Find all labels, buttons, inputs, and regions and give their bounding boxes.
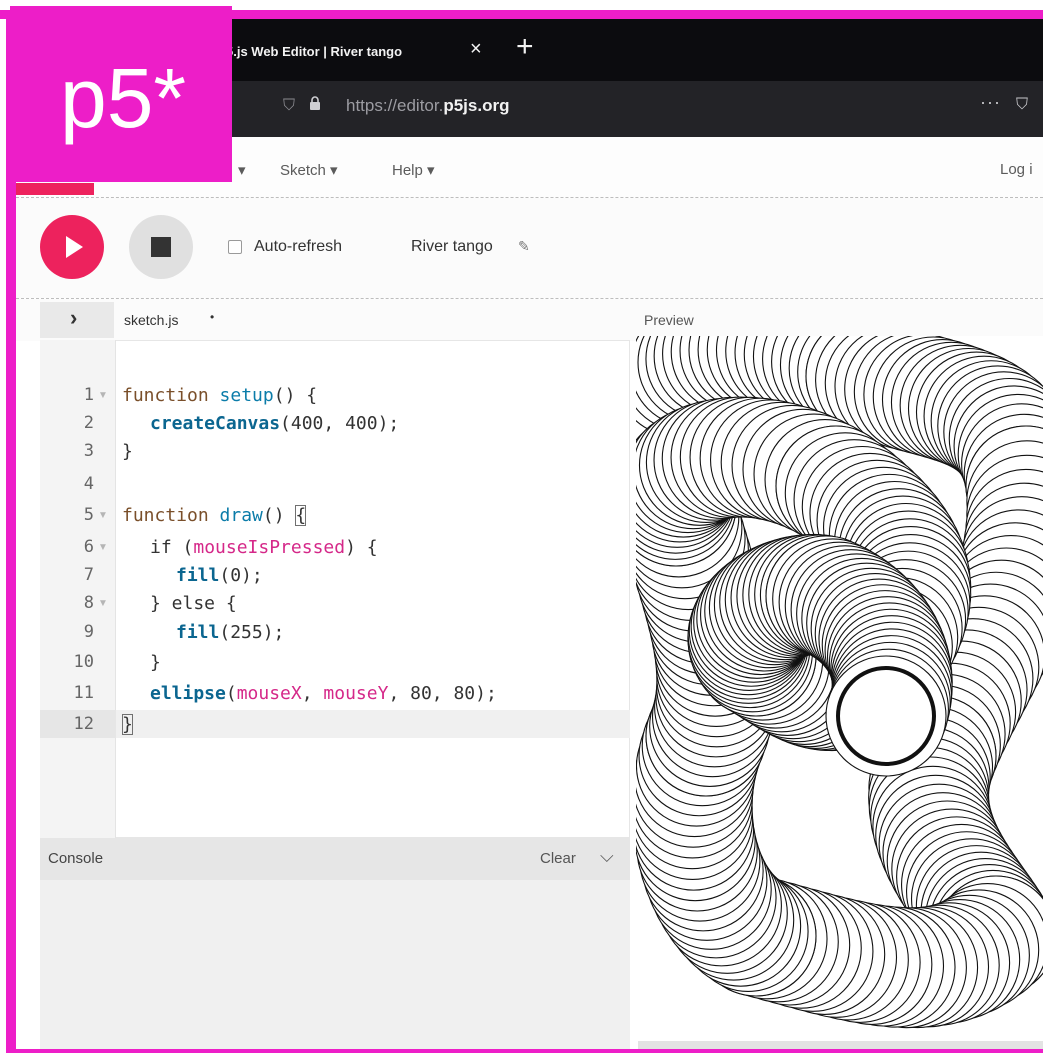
code-line: function draw() { <box>122 503 307 528</box>
code-text: (255); <box>219 622 285 643</box>
preview-canvas <box>636 336 1043 1029</box>
line-number: 10 <box>73 652 94 672</box>
play-icon <box>66 236 83 258</box>
code-line: } <box>122 712 133 737</box>
stop-icon <box>151 237 171 257</box>
browser-tab-title[interactable]: 5.js Web Editor | River tango <box>226 44 402 59</box>
pocket-icon[interactable]: ⛉ <box>1016 96 1028 114</box>
code-text: } else { <box>150 593 237 614</box>
menu-arrow-icon[interactable]: ▾ <box>238 161 246 179</box>
matched-brace: } <box>122 714 133 735</box>
console-title: Console <box>48 850 104 867</box>
line-number: 11 <box>73 683 94 703</box>
chevron-down-icon[interactable]: ⌵ <box>600 846 614 867</box>
code-line: if (mouseIsPressed) { <box>150 535 378 560</box>
code-text: } <box>150 652 161 673</box>
sidebar-toggle-button[interactable]: › <box>40 302 114 338</box>
chevron-down-icon: ▾ <box>427 162 435 179</box>
code-keyword: function <box>122 385 220 406</box>
lock-icon <box>310 96 320 110</box>
line-number: 3 <box>83 441 94 461</box>
line-number: 6 <box>83 537 94 557</box>
code-text: (0); <box>219 565 263 586</box>
code-function-call: fill <box>176 622 220 643</box>
url-domain: p5js.org <box>443 96 510 115</box>
code-keyword: function <box>122 505 220 526</box>
url-field[interactable]: https://editor.p5js.org <box>346 96 509 116</box>
play-button[interactable] <box>40 215 104 279</box>
fold-arrow-icon[interactable]: ▼ <box>98 591 108 616</box>
frame-border-bottom <box>6 1049 1043 1053</box>
file-tab-sketch[interactable]: sketch.js <box>124 312 178 328</box>
current-circle <box>836 666 936 766</box>
code-text: } <box>122 441 133 462</box>
menu-sketch-label: Sketch <box>280 162 326 179</box>
line-number: 5 <box>83 505 94 525</box>
code-line: fill(0); <box>176 563 263 588</box>
code-text: , 80, 80); <box>388 683 497 704</box>
code-variable: mouseIsPressed <box>193 537 346 558</box>
chevron-down-icon: ▾ <box>330 162 338 179</box>
logo-underline <box>16 183 94 195</box>
preview-scrollbar[interactable] <box>638 1041 1043 1049</box>
menu-sketch[interactable]: Sketch ▾ <box>280 161 338 179</box>
code-line: function setup() { <box>122 383 317 408</box>
fold-arrow-icon[interactable]: ▼ <box>98 535 108 560</box>
stop-button[interactable] <box>129 215 193 279</box>
code-text: () <box>262 505 296 526</box>
code-line: } else { <box>150 591 237 616</box>
code-function-name: setup <box>219 385 274 406</box>
auto-refresh-checkbox[interactable] <box>228 240 242 254</box>
fold-arrow-icon[interactable]: ▼ <box>98 503 108 528</box>
code-function-call: ellipse <box>150 683 226 704</box>
login-link[interactable]: Log i <box>1000 161 1033 178</box>
code-line: ellipse(mouseX, mouseY, 80, 80); <box>150 681 497 706</box>
matched-brace: { <box>295 505 307 526</box>
line-number: 4 <box>83 474 94 494</box>
fold-arrow-icon[interactable]: ▼ <box>98 383 108 408</box>
unsaved-indicator: • <box>210 310 215 324</box>
code-variable: mouseX <box>236 683 302 704</box>
menu-help-label: Help <box>392 162 423 179</box>
code-text: ) { <box>345 537 378 558</box>
auto-refresh-label[interactable]: Auto-refresh <box>254 238 342 256</box>
line-number: 12 <box>73 714 94 734</box>
code-variable: mouseY <box>323 683 389 704</box>
code-text: () { <box>273 385 318 406</box>
sketch-name[interactable]: River tango <box>411 238 493 256</box>
chevron-right-icon: › <box>70 305 78 330</box>
line-number: 7 <box>83 565 94 585</box>
code-line: createCanvas(400, 400); <box>150 411 399 436</box>
code-text: (400, 400); <box>280 413 400 434</box>
screenshot-frame: 5.js Web Editor | River tango × + ⛉ http… <box>0 0 1043 1053</box>
overflow-menu-icon[interactable]: ··· <box>980 92 1001 113</box>
p5-logo-text: p5* <box>60 51 187 145</box>
p5-logo: p5* <box>10 6 232 182</box>
url-prefix: https://editor. <box>346 96 444 115</box>
active-line-highlight <box>116 710 630 738</box>
new-tab-button[interactable]: + <box>516 30 534 64</box>
tab-close-icon[interactable]: × <box>470 38 482 61</box>
menu-help[interactable]: Help ▾ <box>392 161 435 179</box>
code-line: } <box>150 650 161 675</box>
line-number: 2 <box>83 413 94 433</box>
console-output <box>40 880 630 1049</box>
code-line: fill(255); <box>176 620 284 645</box>
code-text: ( <box>225 683 237 704</box>
console-clear-button[interactable]: Clear <box>540 850 576 867</box>
line-number: 8 <box>83 593 94 613</box>
shield-icon[interactable]: ⛉ <box>283 97 295 115</box>
code-function-call: createCanvas <box>150 413 281 434</box>
line-number: 1 <box>83 385 94 405</box>
line-number: 9 <box>83 622 94 642</box>
pencil-icon[interactable]: ✎ <box>518 238 530 255</box>
code-line: } <box>122 439 133 464</box>
code-function-name: draw <box>219 505 263 526</box>
code-text: , <box>301 683 324 704</box>
preview-label: Preview <box>644 312 694 328</box>
code-text: if ( <box>150 537 194 558</box>
code-function-call: fill <box>176 565 220 586</box>
sketch-preview[interactable] <box>636 336 1043 1049</box>
